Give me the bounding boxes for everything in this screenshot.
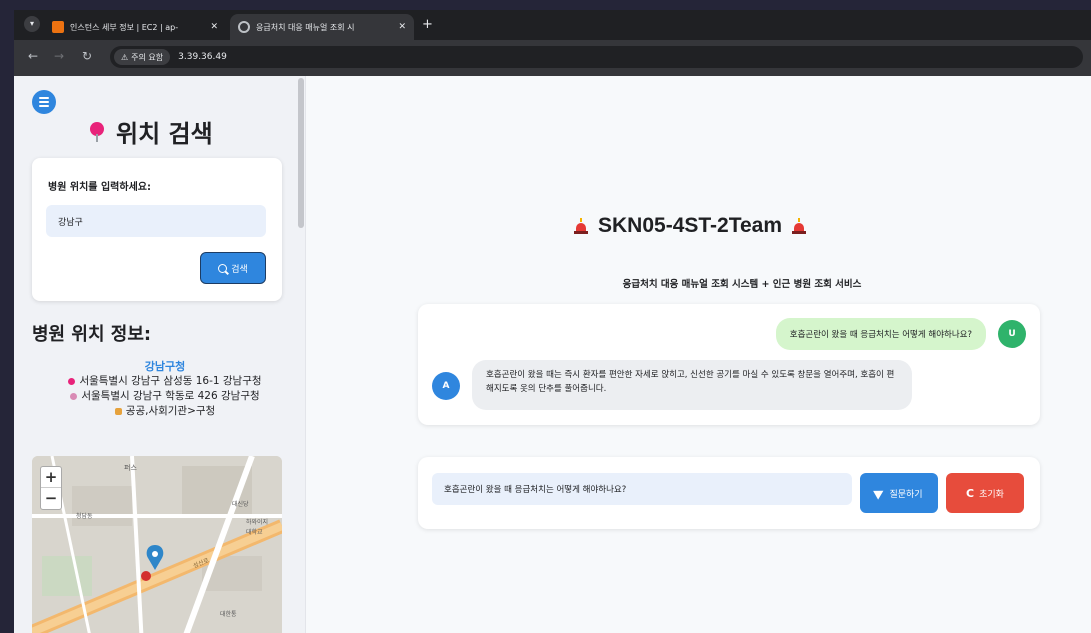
address-jibun: 서울특별시 강남구 삼성동 16-1 강남구청 (79, 375, 262, 387)
siren-icon (792, 218, 807, 234)
address-road-row: 서울특별시 강남구 학동로 426 강남구청 (32, 389, 298, 404)
tab-ec2[interactable]: 인스턴스 세부 정보 | EC2 | ap- ✕ (44, 14, 226, 40)
warning-icon: ⚠ (121, 52, 129, 62)
security-label: 주의 요함 (131, 52, 164, 62)
map-label: 대한통 (220, 610, 237, 618)
send-icon (873, 486, 887, 500)
chat-history: 호흡곤란이 왔을 때 응급처치는 어떻게 해야하나요? U A 호흡곤란이 왔을… (418, 304, 1040, 425)
person-icon (114, 408, 122, 415)
tab-title: 인스턴스 세부 정보 | EC2 | ap- (70, 22, 179, 32)
category-row: 공공,사회기관>구청 (32, 404, 298, 419)
question-input[interactable] (432, 473, 852, 505)
security-chip[interactable]: ⚠ 주의 요함 (114, 49, 171, 65)
close-icon[interactable]: ✕ (398, 22, 406, 32)
map-label: 퍼스 (124, 463, 137, 472)
page-title: SKN05-4ST-2Team (574, 214, 807, 238)
tab-title: 응급처치 대응 매뉴얼 조회 시 (256, 22, 355, 32)
zoom-out-icon[interactable]: − (41, 488, 61, 509)
reload-icon[interactable]: ↻ (82, 49, 92, 63)
tab-manual[interactable]: 응급처치 대응 매뉴얼 조회 시 ✕ (230, 14, 414, 40)
zoom-control: + − (40, 466, 62, 510)
search-label: 병원 위치를 입력하세요: (48, 182, 151, 193)
assistant-message: 호흡곤란이 왔을 때는 즉시 환자를 편안한 자세로 앉히고, 신선한 공기를 … (472, 360, 912, 410)
category: 공공,사회기관>구청 (125, 405, 216, 417)
reset-button-label: 초기화 (979, 489, 1004, 500)
map-label: 대신당 (232, 500, 249, 508)
page-viewport: 위치 검색 병원 위치를 입력하세요: 검색 병원 위치 정보: 강남구청 서울… (14, 76, 1091, 633)
sidebar-scrollbar[interactable] (298, 76, 304, 633)
user-message: 호흡곤란이 왔을 때 응급처치는 어떻게 해야하나요? (775, 318, 986, 350)
sidebar-heading: 위치 검색 (116, 120, 213, 148)
map-view[interactable]: 퍼스 대신당 청담동 하와이지 대학교 대한통 성산로 + − (32, 456, 282, 633)
aws-icon (52, 21, 64, 33)
siren-icon (574, 218, 588, 234)
map-tiles: 퍼스 대신당 청담동 하와이지 대학교 대한통 성산로 (32, 456, 282, 633)
user-avatar: U (998, 320, 1026, 348)
menu-icon[interactable] (32, 90, 56, 114)
zoom-in-icon[interactable]: + (41, 467, 61, 488)
map-label: 청담동 (76, 513, 93, 520)
search-card: 병원 위치를 입력하세요: 검색 (32, 158, 282, 301)
map-label: 하와이지 (246, 518, 268, 526)
pushpin-icon (90, 121, 104, 142)
globe-icon (238, 21, 250, 33)
reset-button[interactable]: C 초기화 (946, 473, 1024, 513)
url-text[interactable]: 3.39.36.49 (178, 52, 227, 62)
hospital-info: 강남구청 서울특별시 강남구 삼성동 16-1 강남구청 서울특별시 강남구 학… (32, 360, 298, 419)
address-bar: ← → ↻ ⚠ 주의 요함 3.39.36.49 (14, 40, 1091, 76)
location-input[interactable] (46, 205, 266, 237)
back-icon[interactable]: ← (28, 49, 38, 63)
search-icon (218, 263, 228, 273)
question-form: 질문하기 C 초기화 (418, 457, 1040, 529)
tab-bar: ▾ 인스턴스 세부 정보 | EC2 | ap- ✕ 응급처치 대응 매뉴얼 조… (14, 10, 1091, 40)
address-jibun-row: 서울특별시 강남구 삼성동 16-1 강남구청 (32, 374, 298, 389)
search-button-label: 검색 (231, 264, 248, 275)
assistant-avatar: A (432, 372, 460, 400)
sidebar-title: 위치 검색 (90, 114, 213, 149)
tab-search-icon[interactable]: ▾ (24, 16, 40, 32)
ask-button-label: 질문하기 (889, 489, 923, 500)
search-button[interactable]: 검색 (200, 252, 266, 284)
browser-window: ▾ 인스턴스 세부 정보 | EC2 | ap- ✕ 응급처치 대응 매뉴얼 조… (14, 10, 1091, 633)
ask-button[interactable]: 질문하기 (860, 473, 938, 513)
hospital-marker-icon (141, 571, 151, 581)
pin-icon (68, 378, 76, 385)
forward-icon[interactable]: → (54, 49, 64, 63)
app-title: SKN05-4ST-2Team (598, 214, 783, 237)
reset-icon: C (966, 486, 975, 500)
hospital-info-heading: 병원 위치 정보: (32, 324, 152, 345)
scroll-thumb[interactable] (298, 78, 304, 228)
address-road: 서울특별시 강남구 학동로 426 강남구청 (81, 390, 260, 402)
place-name: 강남구청 (144, 360, 186, 373)
map-label: 대학교 (246, 528, 263, 536)
page-subtitle: 응급처치 대응 매뉴얼 조회 시스템 + 인근 병원 조회 서비스 (622, 279, 862, 290)
close-icon[interactable]: ✕ (210, 22, 218, 32)
road-sign-icon (70, 393, 78, 400)
omnibox[interactable]: ⚠ 주의 요함 3.39.36.49 (110, 46, 1083, 68)
new-tab-icon[interactable]: + (422, 18, 433, 32)
sidebar: 위치 검색 병원 위치를 입력하세요: 검색 병원 위치 정보: 강남구청 서울… (14, 76, 306, 633)
